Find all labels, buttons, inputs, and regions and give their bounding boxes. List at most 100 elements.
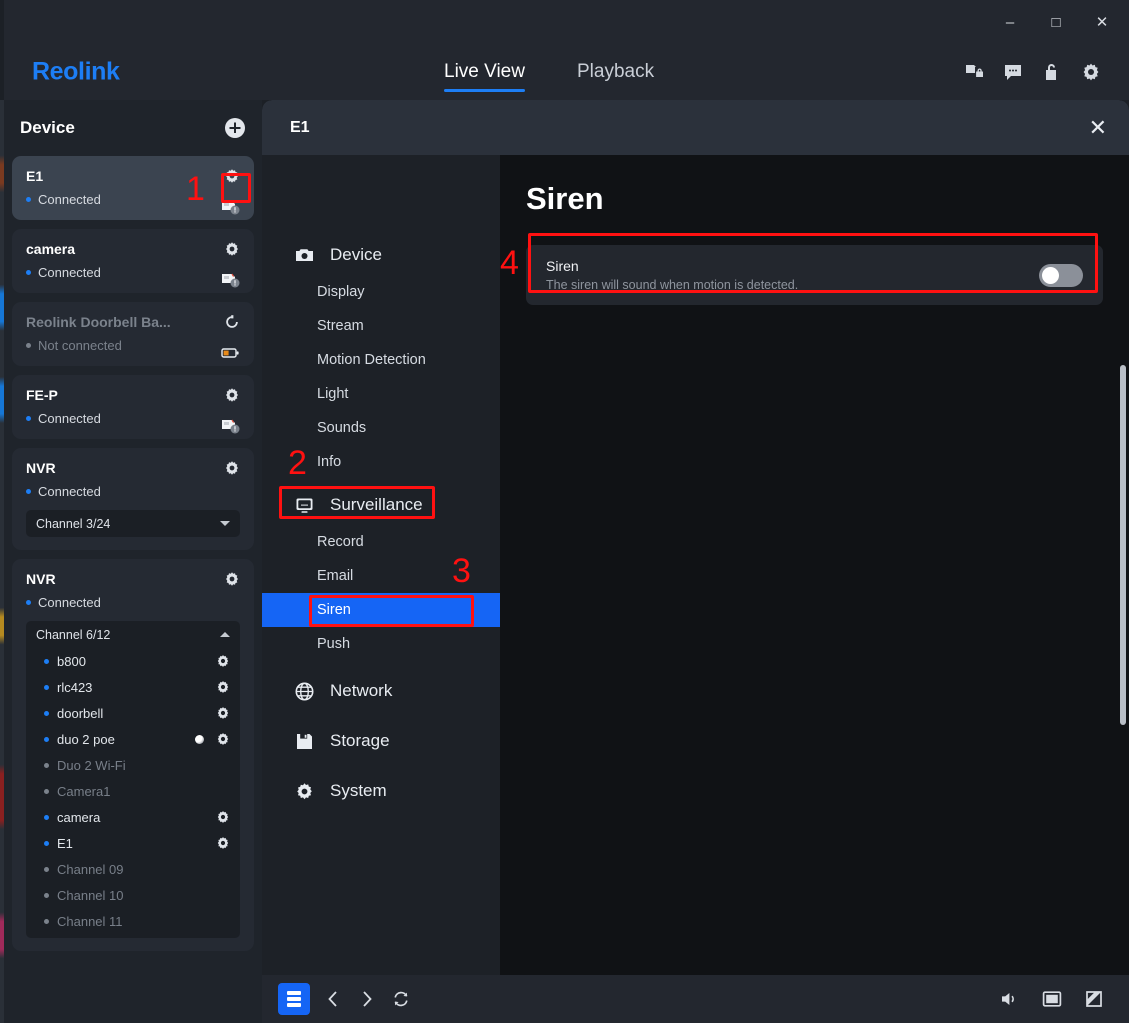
channel-label: Camera1 xyxy=(57,783,111,799)
menu-group-system[interactable]: System xyxy=(262,771,500,811)
device-card-doorbell[interactable]: Reolink Doorbell Ba... Not connected xyxy=(12,302,254,366)
channel-list-header[interactable]: Channel 6/12 xyxy=(26,621,240,648)
channel-item-camera1[interactable]: Camera1 xyxy=(26,778,240,804)
status-dot xyxy=(26,270,31,275)
menu-item-siren[interactable]: Siren xyxy=(262,593,500,627)
menu-group-label: Surveillance xyxy=(330,495,423,514)
channel-item-channel-09[interactable]: Channel 09 xyxy=(26,856,240,882)
prev-icon[interactable] xyxy=(322,988,344,1010)
sidebar-title: Device xyxy=(20,118,75,137)
device-card-camera-gear[interactable] xyxy=(224,241,240,257)
annotation-number-2: 2 xyxy=(288,444,307,482)
status-dot xyxy=(44,658,49,664)
menu-item-display[interactable]: Display xyxy=(262,275,500,309)
top-bar-icons xyxy=(964,44,1101,100)
page-title: Siren xyxy=(526,181,604,216)
device-card-row: NVR xyxy=(26,571,240,587)
channel-label: b800 xyxy=(57,653,86,669)
camera-icon xyxy=(295,246,314,265)
device-status: Connected xyxy=(26,595,240,610)
menu-item-sounds[interactable]: Sounds xyxy=(262,411,500,445)
status-dot xyxy=(44,762,49,768)
content-scrollbar[interactable] xyxy=(1120,217,1126,837)
layout-grid-icon[interactable] xyxy=(278,983,310,1015)
channel-label: Channel 11 xyxy=(57,913,123,929)
channel-item-doorbell[interactable]: doorbell xyxy=(26,700,240,726)
device-name: E1 xyxy=(26,168,44,184)
tab-playback[interactable]: Playback xyxy=(577,44,654,100)
fullscreen-icon[interactable] xyxy=(1083,988,1105,1010)
scrollbar-thumb[interactable] xyxy=(1120,365,1126,725)
channel-item-b800[interactable]: b800 xyxy=(26,648,240,674)
tab-live-view[interactable]: Live View xyxy=(444,44,525,100)
channel-label: E1 xyxy=(57,835,73,851)
modal-body: Device Display Stream Motion Detection L… xyxy=(262,155,1129,975)
device-card-e1-gear[interactable] xyxy=(224,168,240,184)
device-card-fe-p-gear[interactable] xyxy=(224,387,240,403)
channel-item-camera[interactable]: camera xyxy=(26,804,240,830)
picture-icon[interactable] xyxy=(1041,988,1063,1010)
volume-icon[interactable] xyxy=(999,988,1021,1010)
window-controls: – □ ✕ xyxy=(987,0,1125,44)
minimize-button[interactable]: – xyxy=(987,0,1033,44)
device-status-label: Connected xyxy=(38,265,101,280)
chevron-down-icon xyxy=(220,521,230,526)
channel-item-channel-10[interactable]: Channel 10 xyxy=(26,882,240,908)
device-card-fe-p[interactable]: FE-P Connected xyxy=(12,375,254,439)
sd-card-warning-icon[interactable] xyxy=(221,198,240,215)
status-dot xyxy=(26,343,31,348)
plus-circle-icon[interactable] xyxy=(224,117,246,139)
channel-item-rlc423[interactable]: rlc423 xyxy=(26,674,240,700)
device-card-camera[interactable]: camera Connected xyxy=(12,229,254,293)
menu-item-push[interactable]: Push xyxy=(262,627,500,661)
channel-gear-icon[interactable] xyxy=(216,680,230,694)
spotlight-indicator-icon xyxy=(195,734,204,744)
channel-gear-icon[interactable] xyxy=(216,654,230,668)
chat-icon[interactable] xyxy=(1003,62,1023,82)
menu-group-surveillance[interactable]: Surveillance xyxy=(262,485,500,525)
channel-item-duo-2-poe[interactable]: duo 2 poe xyxy=(26,726,240,752)
device-card-nvr-1-gear[interactable] xyxy=(224,460,240,476)
menu-item-motion-detection[interactable]: Motion Detection xyxy=(262,343,500,377)
close-window-button[interactable]: ✕ xyxy=(1079,0,1125,44)
channel-gear-icon[interactable] xyxy=(216,732,230,746)
device-card-nvr-2[interactable]: NVR Connected Channel 6/12 b800 rlc423 d… xyxy=(12,559,254,951)
device-name: FE-P xyxy=(26,387,58,403)
device-card-nvr-1[interactable]: NVR Connected Channel 3/24 xyxy=(12,448,254,550)
channel-gear-icon[interactable] xyxy=(216,706,230,720)
menu-item-stream[interactable]: Stream xyxy=(262,309,500,343)
channel-item-duo-2-wifi[interactable]: Duo 2 Wi-Fi xyxy=(26,752,240,778)
close-icon[interactable]: ✕ xyxy=(1089,116,1107,139)
refresh-icon[interactable] xyxy=(224,314,240,330)
gear-icon[interactable] xyxy=(1081,62,1101,82)
channel-label: duo 2 poe xyxy=(57,731,115,747)
siren-toggle[interactable] xyxy=(1039,263,1083,287)
menu-group-label: Device xyxy=(330,245,382,264)
channel-label: doorbell xyxy=(57,705,104,721)
device-card-nvr-2-gear[interactable] xyxy=(224,571,240,587)
refresh-icon[interactable] xyxy=(390,988,412,1010)
menu-group-device[interactable]: Device xyxy=(262,235,500,275)
channel-select-dropdown[interactable]: Channel 3/24 xyxy=(26,510,240,537)
channel-gear-icon[interactable] xyxy=(216,836,230,850)
menu-group-storage[interactable]: Storage xyxy=(262,721,500,761)
sd-card-warning-icon[interactable] xyxy=(221,271,240,288)
unlock-icon[interactable] xyxy=(1042,62,1062,82)
file-lock-icon[interactable] xyxy=(964,62,984,82)
menu-group-label: Storage xyxy=(330,731,390,750)
channel-item-channel-11[interactable]: Channel 11 xyxy=(26,908,240,934)
device-status-label: Connected xyxy=(38,192,101,207)
menu-item-light[interactable]: Light xyxy=(262,377,500,411)
menu-group-network[interactable]: Network xyxy=(262,671,500,711)
channel-item-e1[interactable]: E1 xyxy=(26,830,240,856)
annotation-number-4: 4 xyxy=(500,244,519,282)
maximize-button[interactable]: □ xyxy=(1033,0,1079,44)
siren-setting-label: Siren xyxy=(546,258,579,274)
next-icon[interactable] xyxy=(356,988,378,1010)
device-settings-modal: E1 ✕ Device Display Stream Motion Detect… xyxy=(262,100,1129,975)
channel-gear-icon[interactable] xyxy=(216,810,230,824)
status-dot xyxy=(26,197,31,202)
sd-card-warning-icon[interactable] xyxy=(221,417,240,434)
device-card-row: camera xyxy=(26,241,240,257)
device-card-e1[interactable]: E1 Connected xyxy=(12,156,254,220)
